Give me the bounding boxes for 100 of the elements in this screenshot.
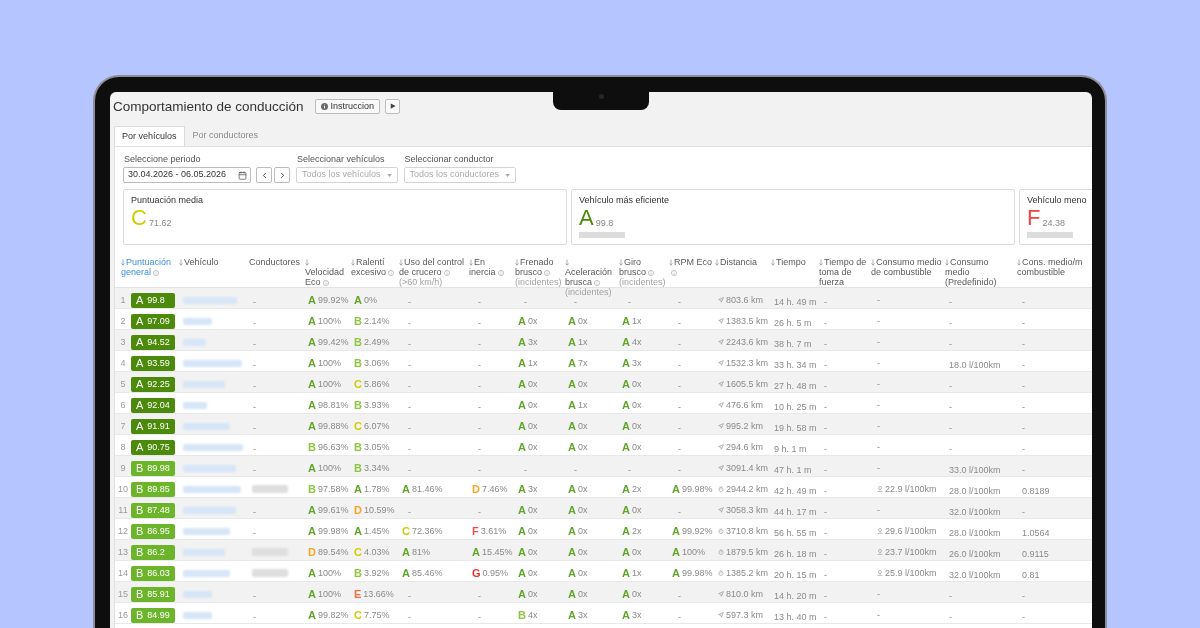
grade-letter: A: [672, 546, 680, 558]
grade-letter: A: [136, 336, 144, 348]
distance-text: 1383.5 km: [726, 316, 769, 326]
ratio-text: 0.8189: [1022, 486, 1050, 496]
filter-label: Seleccionar vehículos: [296, 154, 386, 165]
column-note: (incidentes): [565, 287, 613, 297]
metric-value: 3x: [631, 358, 642, 368]
empty-dash: -: [478, 381, 481, 391]
info-icon: [388, 269, 394, 276]
grade-letter: A: [568, 357, 576, 369]
ratio-text: -: [1022, 297, 1025, 307]
instruction-button[interactable]: Instruccion: [314, 98, 381, 114]
column-header[interactable]: Puntuación general: [121, 257, 175, 277]
info-icon: [544, 269, 550, 276]
column-header[interactable]: Ralentí excesivo: [351, 257, 396, 277]
empty-dash: -: [524, 297, 527, 307]
metric-value: 97.58%: [317, 484, 349, 494]
grade-letter: B: [136, 546, 144, 558]
column-header[interactable]: Giro brusco: [619, 257, 666, 277]
column-header[interactable]: Consumo medio de combustible: [871, 257, 942, 277]
grade-letter: C: [354, 378, 362, 390]
empty-dash: -: [478, 423, 481, 433]
info-icon: [497, 269, 504, 276]
date-field[interactable]: 30.04.2026 - 06.05.2026: [123, 167, 251, 183]
row-number: 3: [119, 337, 127, 347]
empty-dash: -: [253, 297, 256, 307]
metric-value: 13.66%: [363, 589, 394, 599]
row-number: 15: [117, 589, 129, 599]
column-header[interactable]: Uso del control de crucero: [399, 257, 466, 277]
redacted-block: [183, 569, 230, 577]
empty-dash: -: [877, 358, 880, 368]
empty-dash: -: [253, 402, 256, 412]
score-value: 91.91: [147, 421, 170, 431]
distance-text: 803.6 km: [726, 295, 764, 305]
grade-letter: A: [672, 525, 680, 537]
column-header[interactable]: Aceleración brusca: [565, 257, 616, 287]
metric-value: 99.98%: [681, 484, 713, 494]
column-header[interactable]: Velocidad Eco: [305, 257, 348, 287]
column-header[interactable]: Cons. medio/m combustible: [1017, 257, 1084, 277]
empty-dash: -: [824, 402, 827, 412]
metric-value: 96.63%: [317, 442, 349, 452]
play-icon: [389, 103, 396, 109]
column-header[interactable]: Tiempo de toma de fuerza: [819, 257, 868, 287]
empty-dash: -: [253, 528, 256, 538]
consumption-text: -: [949, 444, 952, 454]
column-header[interactable]: Consumo medio (Predefinido): [945, 257, 1014, 287]
column-header[interactable]: Distancia: [715, 257, 768, 267]
grade-letter: A: [622, 504, 630, 516]
grade-letter: A: [568, 525, 576, 537]
column-header[interactable]: Frenado brusco: [515, 257, 562, 277]
empty-dash: -: [877, 589, 880, 599]
metric-value: 0x: [527, 379, 538, 389]
metric-value: 0x: [577, 379, 588, 389]
empty-dash: -: [408, 423, 411, 433]
tab[interactable]: Por vehículos: [114, 126, 185, 146]
metric-value: 0x: [577, 442, 588, 452]
column-header[interactable]: RPM Eco: [669, 257, 712, 277]
grade-letter: A: [568, 315, 576, 327]
metric-value: 81%: [411, 547, 430, 557]
metric-value: 0x: [577, 589, 588, 599]
consumption-text: 23.7 l/100km: [885, 547, 937, 557]
sort-arrow-icon: [351, 258, 355, 266]
ratio-text: 1.0564: [1022, 528, 1050, 538]
consumption-text: -: [949, 423, 952, 433]
navigation-arrow-icon: [718, 381, 724, 387]
grade-letter: B: [354, 441, 362, 453]
grade-letter: A: [308, 504, 316, 516]
metric-value: 3x: [577, 610, 588, 620]
redacted-block: [183, 359, 242, 367]
next-button[interactable]: [274, 167, 290, 183]
column-header[interactable]: Vehículo: [179, 257, 246, 267]
metric-value: 10.59%: [363, 505, 395, 515]
grade-letter: A: [308, 525, 316, 537]
redacted-block: [183, 527, 230, 535]
grade-letter: A: [354, 294, 362, 306]
redacted-block: [183, 548, 225, 556]
play-button[interactable]: [385, 98, 401, 114]
empty-dash: -: [824, 297, 827, 307]
navigation-arrow-icon: [718, 339, 724, 345]
grade-letter: A: [402, 483, 410, 495]
column-header[interactable]: En inercia: [469, 257, 512, 277]
column-note: (incidentes): [619, 277, 666, 287]
consumption-text: 22.9 l/100km: [885, 484, 937, 494]
metric-value: 1.45%: [363, 526, 390, 536]
empty-dash: -: [253, 444, 256, 454]
caret-down-icon: [505, 173, 511, 177]
empty-dash: -: [408, 444, 411, 454]
pin-icon: [877, 486, 883, 492]
metric-value: 2x: [631, 526, 642, 536]
metric-value: 99.88%: [317, 421, 349, 431]
score-value: 86.2: [147, 547, 165, 557]
grade-letter: A: [518, 315, 526, 327]
metric-value: 0x: [631, 442, 642, 452]
metric-value: 1x: [577, 337, 588, 347]
metric-value: 81.46%: [411, 484, 443, 494]
previous-button[interactable]: [256, 167, 272, 183]
column-header[interactable]: Tiempo: [771, 257, 816, 267]
empty-dash: -: [253, 612, 256, 622]
metric-value: 0x: [631, 379, 642, 389]
grade-letter: D: [354, 504, 362, 516]
